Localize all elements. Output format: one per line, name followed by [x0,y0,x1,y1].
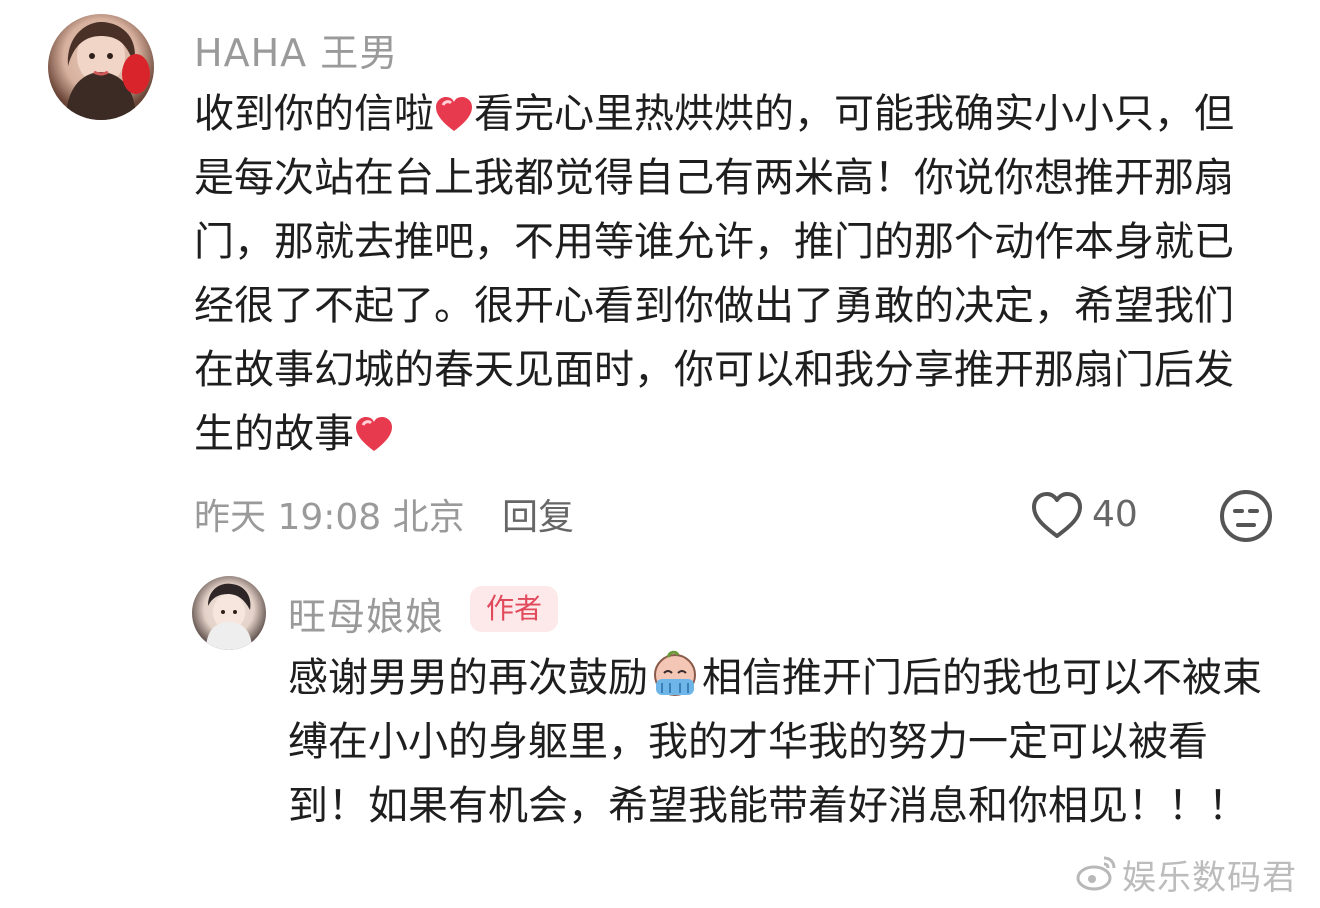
watermark: 娱乐数码君 [1122,858,1297,898]
like-count: 40 [1092,494,1138,535]
comment-text-body: 看完心里热烘烘的，可能我确实小小只，但是每次站在台上我都觉得自己有两米高！你说你… [194,91,1234,457]
reply-text-start: 感谢男男的再次鼓励 [288,655,648,701]
crying-face-emoji [648,649,702,701]
heart-emoji [434,90,474,131]
comment-text: 收到你的信啦 看完心里热烘烘的，可能我确实小小只，但是每次站在台上我都觉得自己有两… [194,82,1254,466]
comment-timestamp-location: 昨天 19:08 北京 [194,497,465,538]
avatar-image [66,22,150,120]
heart-outline-icon[interactable] [1030,490,1084,540]
reply-avatar-image [206,583,252,650]
avatar[interactable] [48,14,154,120]
reply-text: 感谢男男的再次鼓励 相信推开门后的我也可以不被束缚在小小的身躯里，我的才华我的努力… [288,646,1268,838]
comment-text-start: 收到你的信啦 [194,91,434,137]
heart-emoji [354,410,394,451]
sad-face-icon[interactable] [1218,488,1274,544]
reply-username[interactable]: 旺母娘娘 [288,586,444,641]
comment-username[interactable]: HAHA 王男 [194,22,398,77]
weibo-icon [1074,850,1118,894]
reply-avatar[interactable] [192,576,266,650]
reply-button[interactable]: 回复 [502,488,574,540]
author-badge: 作者 [470,586,559,632]
